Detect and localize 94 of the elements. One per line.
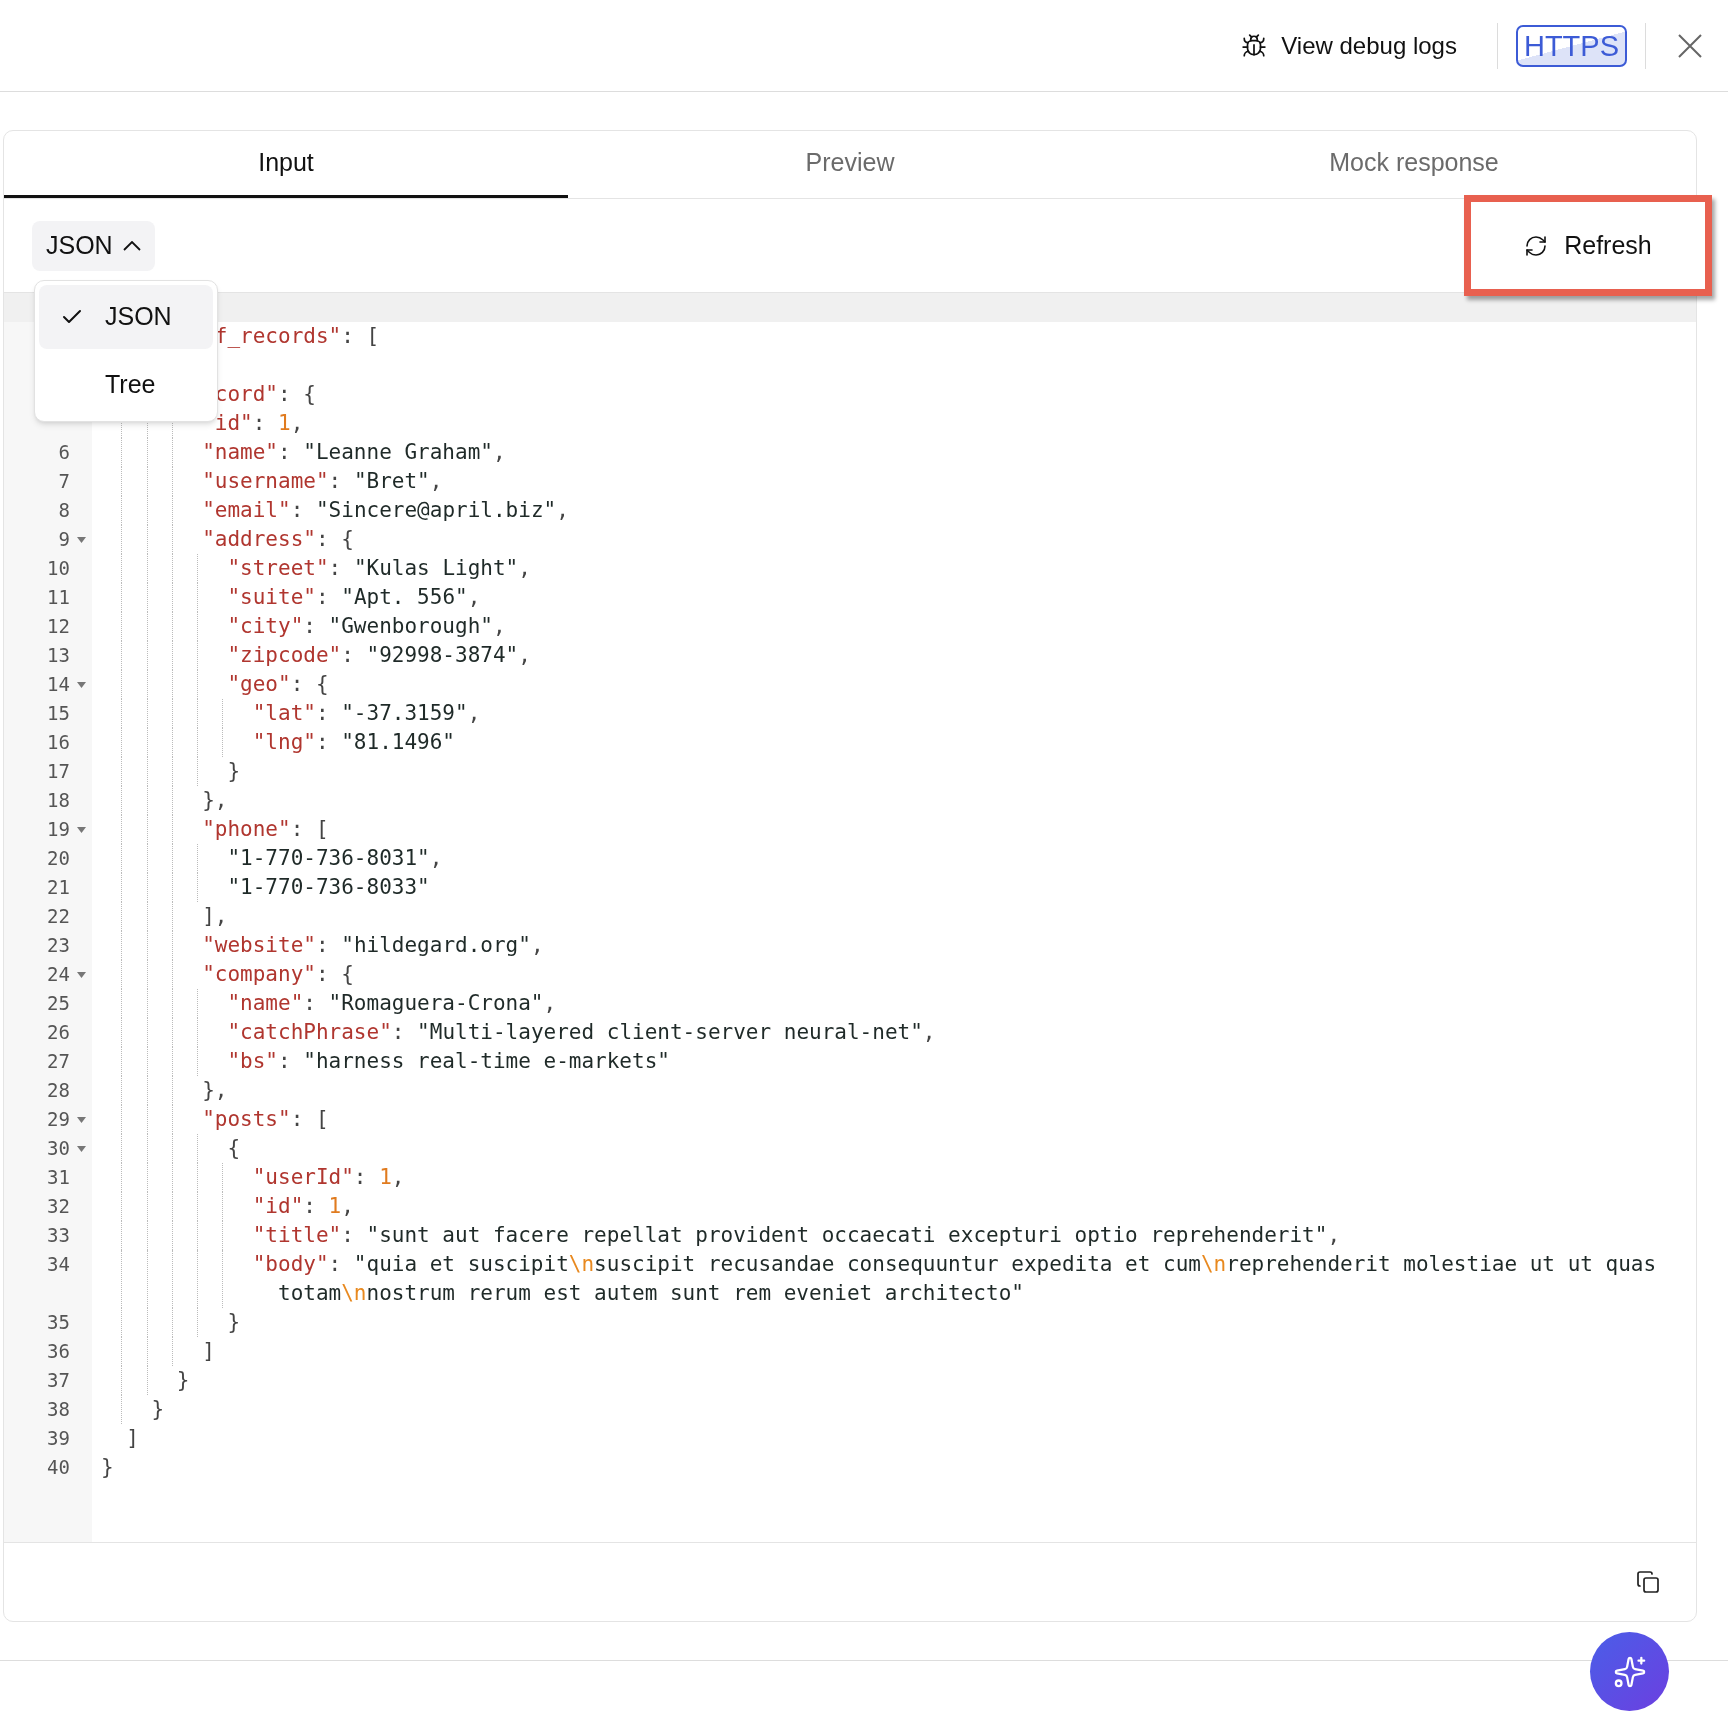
code-line: {: [227, 1135, 242, 1162]
code-line: "1-770-736-8031",: [227, 845, 444, 872]
line-number: 26: [47, 1020, 70, 1045]
line-number: 34: [47, 1252, 70, 1277]
code-line: "lng": "81.1496": [252, 729, 456, 756]
line-number: 20: [47, 846, 70, 871]
code-line: "phone": [: [202, 816, 330, 843]
close-icon: [1678, 33, 1702, 58]
code-line: "lat": "-37.3159",: [252, 700, 482, 727]
code-line: cord": {: [214, 381, 317, 408]
code-line: "street": "Kulas Light",: [227, 555, 532, 582]
tab[interactable]: Mock response: [1132, 131, 1696, 198]
code-line: "city": "Gwenborough",: [227, 613, 507, 640]
code-line: "posts": [: [202, 1106, 330, 1133]
code-line: "name": "Romaguera-Crona",: [227, 990, 558, 1017]
bug-icon: [1241, 32, 1268, 59]
code-line: },: [202, 1077, 229, 1104]
line-number: 27: [47, 1049, 70, 1074]
fold-icon[interactable]: [76, 681, 86, 688]
format-select[interactable]: JSON: [32, 220, 155, 271]
fold-icon[interactable]: [76, 971, 86, 978]
code-line: "geo": {: [227, 671, 330, 698]
code-line: "company": {: [202, 961, 355, 988]
code-line: ],: [202, 903, 229, 930]
line-number: 25: [47, 991, 70, 1016]
line-number: 36: [47, 1339, 70, 1364]
line-number: 22: [47, 904, 70, 929]
fold-icon[interactable]: [76, 536, 86, 543]
line-number: 6: [58, 440, 70, 465]
line-number: 12: [47, 614, 70, 639]
protocol-badge: HTTPS: [1515, 24, 1627, 67]
line-number: 10: [47, 556, 70, 581]
code-line: "website": "hildegard.org",: [202, 932, 545, 959]
line-number: 23: [47, 933, 70, 958]
line-number: 35: [47, 1310, 70, 1335]
line-number: 7: [58, 469, 70, 494]
line-number: 8: [58, 498, 70, 523]
tab[interactable]: Preview: [568, 131, 1132, 198]
code-line: "zipcode": "92998-3874",: [227, 642, 532, 669]
code-line: }: [101, 1454, 115, 1481]
chevron-up-icon: [122, 240, 141, 251]
tab[interactable]: Input: [4, 131, 568, 198]
line-number: 14: [47, 672, 70, 697]
code-line: }: [227, 1309, 242, 1336]
line-number: 15: [47, 701, 70, 726]
line-number: 13: [47, 643, 70, 668]
code-line: "suite": "Apt. 556",: [227, 584, 482, 611]
line-number: 21: [47, 875, 70, 900]
menu-item[interactable]: Tree: [39, 353, 213, 417]
line-number: 19: [47, 817, 70, 842]
line-number: 18: [47, 788, 70, 813]
refresh-icon: [1524, 233, 1549, 258]
line-number: 9: [58, 527, 70, 552]
code-line: "username": "Bret",: [202, 468, 444, 495]
code-line: "catchPhrase": "Multi-layered client-server neural-net",: [227, 1019, 937, 1046]
line-number: 40: [47, 1455, 70, 1480]
code-line: ]: [126, 1425, 140, 1452]
line-number: 30: [47, 1136, 70, 1161]
close-button[interactable]: [1676, 31, 1704, 60]
line-number: 17: [47, 759, 70, 784]
code-line: "1-770-736-8033": [227, 874, 431, 901]
code-line: id": 1,: [214, 410, 305, 437]
code-line: "email": "Sincere@april.biz",: [202, 497, 570, 524]
fold-icon[interactable]: [76, 826, 86, 833]
code-line: "bs": "harness real-time e-markets": [227, 1048, 671, 1075]
code-line: ]: [202, 1338, 216, 1365]
line-number: 16: [47, 730, 70, 755]
line-number: 32: [47, 1194, 70, 1219]
code-line: f_records": [: [214, 323, 381, 350]
code-line: }: [151, 1396, 166, 1423]
line-number: 37: [47, 1368, 70, 1393]
menu-item[interactable]: JSON: [39, 285, 213, 349]
line-number: 11: [47, 585, 70, 610]
line-number: 33: [47, 1223, 70, 1248]
line-number: 24: [47, 962, 70, 987]
code-line: "id": 1,: [252, 1193, 355, 1220]
line-number: 29: [47, 1107, 70, 1132]
line-number: 38: [47, 1397, 70, 1422]
code-line: }: [176, 1367, 191, 1394]
line-number: 39: [47, 1426, 70, 1451]
code-line: }: [227, 758, 242, 785]
sparkle-icon: [1612, 1654, 1647, 1689]
code-line: "name": "Leanne Graham",: [202, 439, 507, 466]
code-line: },: [202, 787, 229, 814]
line-number: 28: [47, 1078, 70, 1103]
code-line: "userId": 1,: [252, 1164, 406, 1191]
fold-icon[interactable]: [76, 1145, 86, 1152]
fold-icon[interactable]: [76, 1116, 86, 1123]
line-number: 31: [47, 1165, 70, 1190]
code-line: "address": {: [202, 526, 355, 553]
debug-logs-link[interactable]: View debug logs: [1241, 27, 1457, 64]
code-line: "body": "quia et suscipit\nsuscipit recusandae consequuntur expedita et cum\n reprehenderit molestiae ut ut quas totam\nnostrum rerum est autem sunt rem eveniet architecto": [252, 1251, 1658, 1307]
copy-button[interactable]: [1636, 1570, 1660, 1594]
code-line: "title": "sunt aut facere repellat provident occaecati excepturi optio reprehenderit",: [252, 1222, 1342, 1249]
